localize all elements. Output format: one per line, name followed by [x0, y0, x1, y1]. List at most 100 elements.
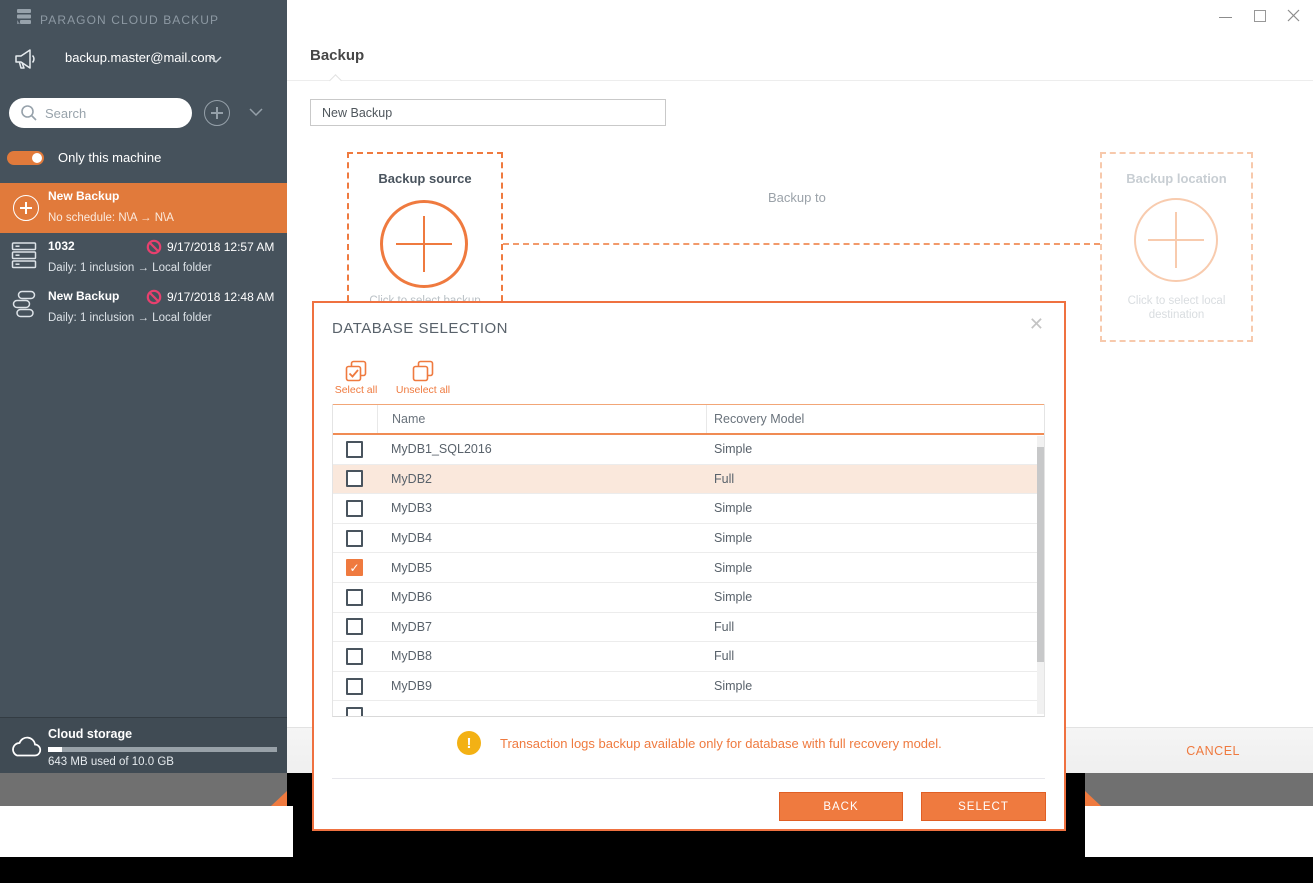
table-row[interactable]: MyDB8 Full [333, 642, 1038, 672]
table-row[interactable]: MyDB4 Simple [333, 524, 1038, 554]
bottom-white-strip-left [0, 806, 293, 857]
bottom-gray-strip-left [0, 773, 287, 806]
backup-schedule: Daily: 1 inclusion → Local folder [48, 312, 212, 324]
row-checkbox[interactable] [346, 499, 363, 517]
backup-list-item[interactable]: 1032 9/17/2018 12:57 AM Daily: 1 inclusi… [0, 233, 287, 283]
row-checkbox[interactable] [346, 470, 363, 488]
table-row[interactable]: ✓ MyDB5 Simple [333, 553, 1038, 583]
ban-icon [146, 289, 162, 305]
unselect-all-label: Unselect all [395, 384, 451, 396]
cloud-storage-title: Cloud storage [48, 727, 133, 741]
new-backup-plus-icon [13, 195, 39, 221]
select-all-button[interactable]: Select all [328, 360, 384, 396]
close-window-button[interactable] [1279, 0, 1309, 34]
table-row[interactable]: MyDB7 Full [333, 613, 1038, 643]
table-row[interactable]: MyDB2 Full [333, 464, 1038, 495]
megaphone-icon [15, 49, 35, 69]
backup-list-item[interactable]: New Backup No schedule: N\A → N\A [0, 183, 287, 233]
account-menu[interactable]: backup.master@mail.com [0, 44, 287, 74]
db-name-cell: MyDB5 [391, 560, 432, 575]
database-table: Name Recovery Model MyDB1_SQL2016 Simple M… [332, 404, 1045, 717]
name-column-header: Name [377, 405, 706, 433]
accent-corner-triangle [1085, 791, 1101, 806]
maximize-button[interactable] [1245, 0, 1275, 34]
backup-location-hint: Click to select local destination [1127, 295, 1226, 321]
dialog-close-icon[interactable]: ✕ [1029, 315, 1044, 333]
collapse-chevron-icon[interactable] [249, 108, 263, 116]
select-all-icon [345, 360, 367, 382]
source-location-connector [503, 243, 1100, 245]
db-name-cell: MyDB7 [391, 619, 432, 634]
select-button[interactable]: SELECT [921, 792, 1046, 821]
maximize-icon [1254, 10, 1266, 22]
db-name-cell: MyDB1_SQL2016 [391, 442, 492, 457]
cancel-button[interactable]: CANCEL [1186, 728, 1240, 773]
toggle-knob [32, 153, 42, 163]
account-email: backup.master@mail.com [65, 50, 216, 65]
warning-icon: ! [457, 731, 481, 755]
row-checkbox[interactable] [346, 707, 363, 716]
storage-progress-fill [48, 747, 63, 752]
table-row[interactable]: MyDB1_SQL2016 Simple [333, 435, 1038, 465]
backup-source-title: Backup source [378, 171, 472, 186]
header-divider [287, 80, 1313, 81]
table-scrollbar-thumb[interactable] [1037, 447, 1044, 662]
unselect-all-button[interactable]: Unselect all [390, 360, 456, 396]
back-button[interactable]: BACK [779, 792, 903, 821]
db-recovery-model-cell: Simple [714, 560, 753, 575]
db-name-cell: MyDB4 [391, 531, 432, 546]
row-checkbox[interactable] [346, 647, 363, 665]
table-scrollbar-track[interactable] [1037, 436, 1044, 714]
backup-timestamp: 9/17/2018 12:57 AM [167, 240, 275, 254]
page-title: Backup [310, 47, 365, 64]
backup-to-label: Backup to [768, 190, 826, 205]
warning-text: Transaction logs backup available only f… [500, 736, 942, 751]
row-checkbox-checked[interactable]: ✓ [346, 559, 363, 577]
database-icon [12, 290, 36, 318]
storage-progress-bar [48, 747, 277, 752]
minimize-icon [1219, 17, 1232, 18]
backup-status: 9/17/2018 12:57 AM [146, 239, 274, 255]
table-row[interactable]: MyDB3 Simple [333, 494, 1038, 524]
app-title: PARAGON CLOUD BACKUP [40, 13, 220, 27]
unselect-all-icon [412, 360, 434, 382]
backup-name-input[interactable] [310, 99, 666, 126]
search-icon [21, 105, 37, 121]
backup-name: New Backup [48, 189, 120, 203]
cloud-icon [12, 736, 42, 757]
backup-location-card[interactable]: Backup location Click to select local de… [1100, 152, 1253, 342]
bottom-white-strip-right [1085, 806, 1313, 857]
db-recovery-model-cell: Full [714, 649, 735, 664]
backup-list-item[interactable]: New Backup 9/17/2018 12:48 AM Daily: 1 i… [0, 283, 287, 333]
search-box [9, 98, 192, 128]
row-checkbox[interactable] [346, 618, 363, 636]
row-checkbox[interactable] [346, 677, 363, 695]
app-logo-icon [17, 9, 31, 24]
minimize-button[interactable] [1211, 0, 1241, 34]
select-all-label: Select all [334, 384, 378, 396]
db-recovery-model-cell: Simple [714, 531, 753, 546]
cloud-storage-panel: Cloud storage 643 MB used of 10.0 GB [0, 717, 287, 775]
backup-list: New Backup No schedule: N\A → N\A 1032 9… [0, 183, 287, 333]
db-recovery-model-cell: Simple [714, 442, 753, 457]
dialog-footer-divider [332, 778, 1045, 779]
search-input[interactable] [43, 101, 183, 125]
row-checkbox[interactable] [346, 440, 363, 458]
ban-icon [146, 239, 162, 255]
row-checkbox[interactable] [346, 588, 363, 606]
table-row[interactable]: MyDB9 Simple [333, 672, 1038, 702]
db-recovery-model-cell: Full [714, 471, 735, 486]
screenshot-stage: Backup Backup source Click to select bac… [0, 0, 1313, 883]
dialog-title: DATABASE SELECTION [332, 320, 508, 337]
row-checkbox[interactable] [346, 529, 363, 547]
table-row[interactable]: MyDB6 Simple [333, 583, 1038, 613]
sidebar: PARAGON CLOUD BACKUP backup.master@mail.… [0, 0, 287, 775]
checkbox-column-header [333, 405, 377, 433]
close-icon [1287, 9, 1300, 22]
db-name-cell: MyDB2 [391, 471, 432, 486]
add-backup-button[interactable] [204, 100, 230, 126]
backup-schedule: No schedule: N\A → N\A [48, 212, 174, 224]
only-this-machine-toggle[interactable] [7, 151, 44, 165]
backup-timestamp: 9/17/2018 12:48 AM [167, 290, 275, 304]
table-row[interactable] [333, 701, 1038, 716]
